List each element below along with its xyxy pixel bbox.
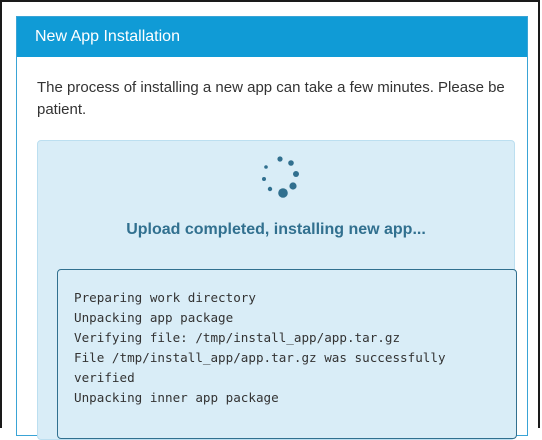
status-message: Upload completed, installing new app... <box>126 221 426 238</box>
installation-panel: New App Installation The process of inst… <box>16 16 528 440</box>
log-line: Verifying file: /tmp/install_app/app.tar… <box>74 330 401 345</box>
loading-spinner-icon <box>262 156 299 198</box>
log-line: File /tmp/install_app/app.tar.gz was suc… <box>74 350 454 385</box>
panel-body: The process of installing a new app can … <box>17 57 527 121</box>
intro-text: The process of installing a new app can … <box>37 79 505 118</box>
log-line: Preparing work directory <box>74 290 256 305</box>
panel-title: New App Installation <box>17 17 527 57</box>
window-frame: New App Installation The process of inst… <box>0 0 540 440</box>
log-line: Unpacking inner app package <box>74 390 279 405</box>
install-log: Preparing work directory Unpacking app p… <box>57 269 517 439</box>
install-status-box: Upload completed, installing new app... … <box>37 140 517 440</box>
log-line: Unpacking app package <box>74 310 234 325</box>
